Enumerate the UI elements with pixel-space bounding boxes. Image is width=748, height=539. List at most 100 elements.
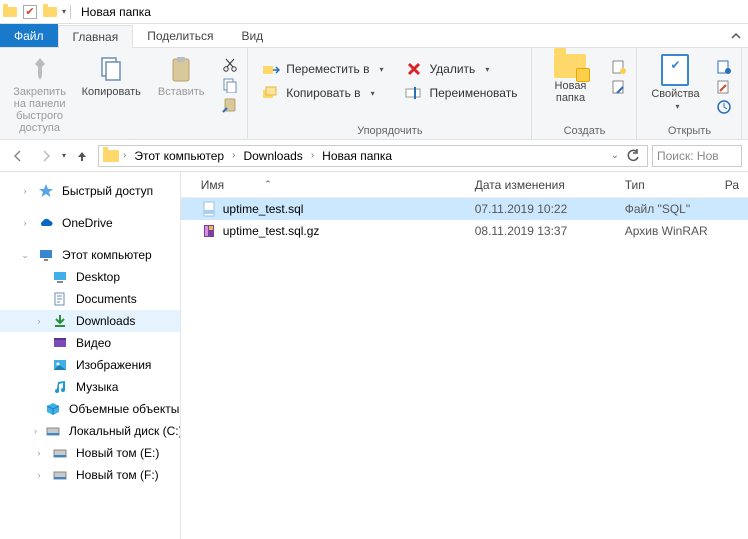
sidebar-disk-e[interactable]: › Новый том (E:) xyxy=(0,442,180,464)
column-headers: Имя ⌃ Дата изменения Тип Ра xyxy=(181,172,748,198)
group-select: Выде Снят Обра xyxy=(742,48,748,139)
file-type: Файл "SQL" xyxy=(617,202,717,216)
search-placeholder: Поиск: Нов xyxy=(657,149,719,163)
sidebar-pictures[interactable]: › Изображения xyxy=(0,354,180,376)
qat-dropdown-icon[interactable]: ▾ xyxy=(62,7,66,16)
main: › Быстрый доступ › OneDrive ⌄ Этот компь… xyxy=(0,172,748,539)
chevron-right-icon[interactable]: › xyxy=(230,150,237,161)
file-row[interactable]: uptime_test.sql 07.11.2019 10:22 Файл "S… xyxy=(181,198,748,220)
group-open-label: Открыть xyxy=(645,123,733,137)
properties-button[interactable]: Свойства ▾ xyxy=(645,52,705,113)
sidebar-3d-objects[interactable]: › Объемные объекты xyxy=(0,398,180,420)
history-icon[interactable] xyxy=(715,98,733,116)
address-dropdown-icon[interactable]: ⌄ xyxy=(609,150,621,161)
properties-label: Свойства xyxy=(651,88,699,100)
new-folder-icon xyxy=(554,54,586,78)
edit-icon[interactable] xyxy=(715,78,733,96)
easy-access-icon[interactable] xyxy=(610,78,628,96)
tab-file[interactable]: Файл xyxy=(0,24,58,47)
column-size-label: Ра xyxy=(725,178,739,192)
nav-forward-button[interactable] xyxy=(34,144,58,168)
ribbon-collapse-button[interactable] xyxy=(724,24,748,47)
column-size[interactable]: Ра xyxy=(717,178,748,192)
column-date[interactable]: Дата изменения xyxy=(467,178,617,192)
sidebar-quick-access[interactable]: › Быстрый доступ xyxy=(0,180,180,202)
titlebar: ✔ ▾ Новая папка xyxy=(0,0,748,24)
file-row[interactable]: uptime_test.sql.gz 08.11.2019 13:37 Архи… xyxy=(181,220,748,242)
rename-button[interactable]: Переименовать xyxy=(399,82,523,104)
collapse-icon[interactable]: ⌄ xyxy=(20,250,30,261)
expand-icon[interactable]: › xyxy=(34,470,44,480)
expand-icon[interactable]: › xyxy=(34,316,44,326)
sidebar-desktop[interactable]: › Desktop xyxy=(0,266,180,288)
sidebar-item-label: Локальный диск (C:) xyxy=(69,424,181,438)
file-date: 07.11.2019 10:22 xyxy=(467,202,617,216)
sidebar-documents[interactable]: › Documents xyxy=(0,288,180,310)
column-type[interactable]: Тип xyxy=(617,178,717,192)
paste-button[interactable]: Вставить xyxy=(151,52,211,100)
address-bar[interactable]: › Этот компьютер › Downloads › Новая пап… xyxy=(98,145,648,167)
qat-folder-icon[interactable] xyxy=(42,4,58,20)
move-to-button[interactable]: Переместить в▾ xyxy=(256,58,389,80)
tab-share[interactable]: Поделиться xyxy=(133,24,227,47)
sidebar-item-label: Этот компьютер xyxy=(62,248,152,262)
paste-shortcut-icon[interactable] xyxy=(221,96,239,114)
copy-button[interactable]: Копировать xyxy=(81,52,141,100)
move-icon xyxy=(262,60,280,78)
column-name[interactable]: Имя ⌃ xyxy=(193,178,467,192)
pin-to-quick-access-button[interactable]: Закрепить на панели быстрого доступа xyxy=(8,52,71,136)
cut-icon[interactable] xyxy=(221,56,239,74)
sidebar-this-pc[interactable]: ⌄ Этот компьютер xyxy=(0,244,180,266)
chevron-right-icon[interactable]: › xyxy=(121,150,128,161)
address-folder-icon xyxy=(103,150,119,162)
ribbon-tabs: Файл Главная Поделиться Вид xyxy=(0,24,748,48)
tab-view[interactable]: Вид xyxy=(227,24,277,47)
sidebar-item-label: Объемные объекты xyxy=(69,402,179,416)
breadcrumb-downloads[interactable]: Downloads xyxy=(239,149,306,163)
sidebar-item-label: Documents xyxy=(76,292,137,306)
expand-icon[interactable]: › xyxy=(20,186,30,196)
new-item-icon[interactable] xyxy=(610,58,628,76)
group-clipboard: Закрепить на панели быстрого доступа Коп… xyxy=(0,48,248,139)
chevron-right-icon[interactable]: › xyxy=(309,150,316,161)
breadcrumb-pc[interactable]: Этот компьютер xyxy=(130,149,228,163)
sidebar-downloads[interactable]: › Downloads xyxy=(0,310,180,332)
archive-file-icon xyxy=(201,223,217,239)
sidebar-onedrive[interactable]: › OneDrive xyxy=(0,212,180,234)
file-name: uptime_test.sql xyxy=(223,202,304,216)
cube-icon xyxy=(45,401,61,417)
expand-icon[interactable]: › xyxy=(34,448,44,458)
navigation-pane[interactable]: › Быстрый доступ › OneDrive ⌄ Этот компь… xyxy=(0,172,181,539)
sidebar-music[interactable]: › Музыка xyxy=(0,376,180,398)
sidebar-disk-f[interactable]: › Новый том (F:) xyxy=(0,464,180,486)
open-icon[interactable] xyxy=(715,58,733,76)
nav-back-button[interactable] xyxy=(6,144,30,168)
chevron-down-icon: ▾ xyxy=(485,65,489,74)
qat-properties-icon[interactable]: ✔ xyxy=(22,4,38,20)
cloud-icon xyxy=(38,215,54,231)
paste-icon xyxy=(166,54,196,84)
breadcrumb-current[interactable]: Новая папка xyxy=(318,149,396,163)
expand-icon[interactable]: › xyxy=(20,218,30,228)
copy-path-icon[interactable] xyxy=(221,76,239,94)
expand-icon[interactable]: › xyxy=(34,426,37,436)
sidebar-video[interactable]: › Видео xyxy=(0,332,180,354)
refresh-button[interactable] xyxy=(623,149,643,163)
nav-up-button[interactable] xyxy=(70,144,94,168)
sidebar-disk-c[interactable]: › Локальный диск (C:) xyxy=(0,420,180,442)
properties-icon xyxy=(661,54,689,86)
search-input[interactable]: Поиск: Нов xyxy=(652,145,742,167)
window-title: Новая папка xyxy=(81,5,151,19)
chevron-down-icon: ▾ xyxy=(371,89,375,98)
tab-main[interactable]: Главная xyxy=(58,25,134,48)
monitor-icon xyxy=(38,247,54,263)
copy-to-button[interactable]: Копировать в▾ xyxy=(256,82,389,104)
file-list: Имя ⌃ Дата изменения Тип Ра uptime_test.… xyxy=(181,172,748,539)
sidebar-item-label: Изображения xyxy=(76,358,151,372)
delete-button[interactable]: Удалить▾ xyxy=(399,58,523,80)
nav-history-dropdown[interactable]: ▾ xyxy=(62,151,66,160)
new-folder-button[interactable]: Новая папка xyxy=(540,52,600,106)
video-icon xyxy=(52,335,68,351)
column-date-label: Дата изменения xyxy=(475,178,565,192)
group-organize: Переместить в▾ Копировать в▾ Удалить▾ Пе… xyxy=(248,48,532,139)
